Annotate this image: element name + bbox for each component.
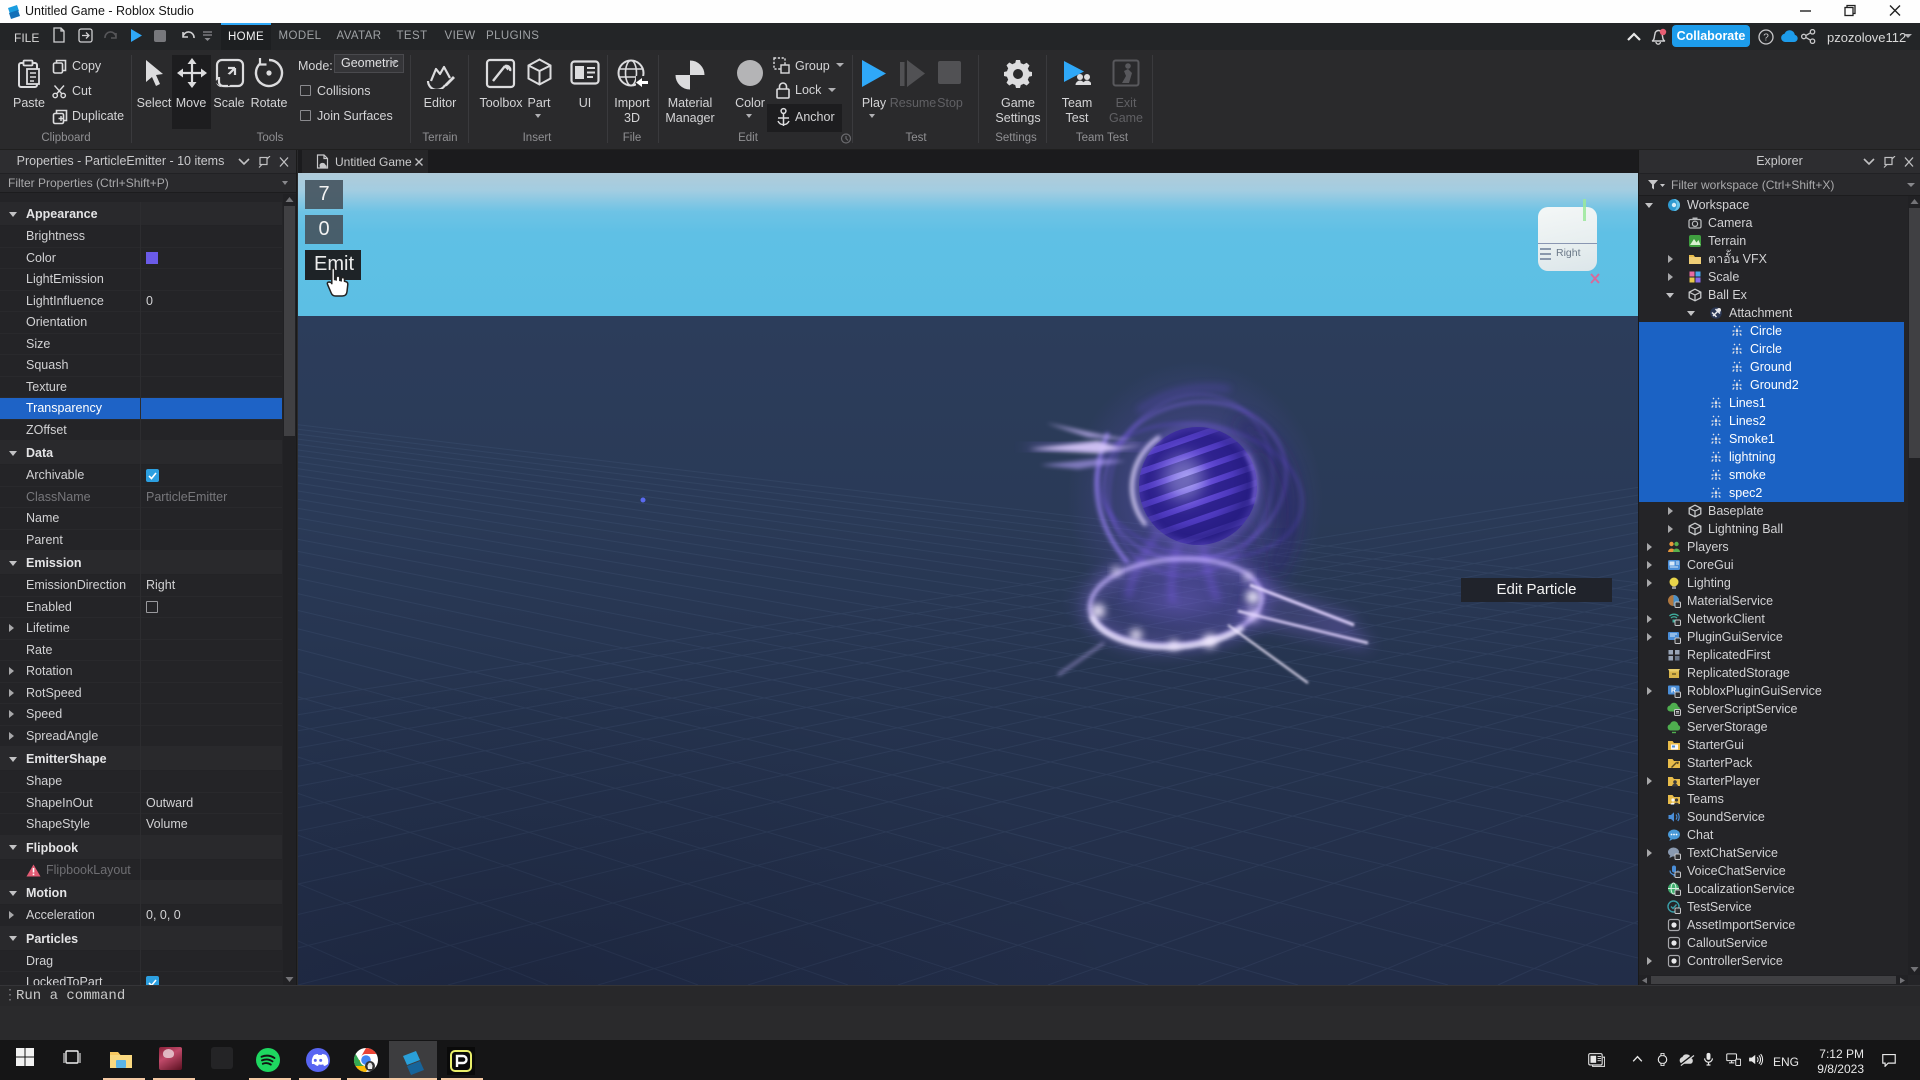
svg-text:?: ?	[1763, 33, 1769, 44]
